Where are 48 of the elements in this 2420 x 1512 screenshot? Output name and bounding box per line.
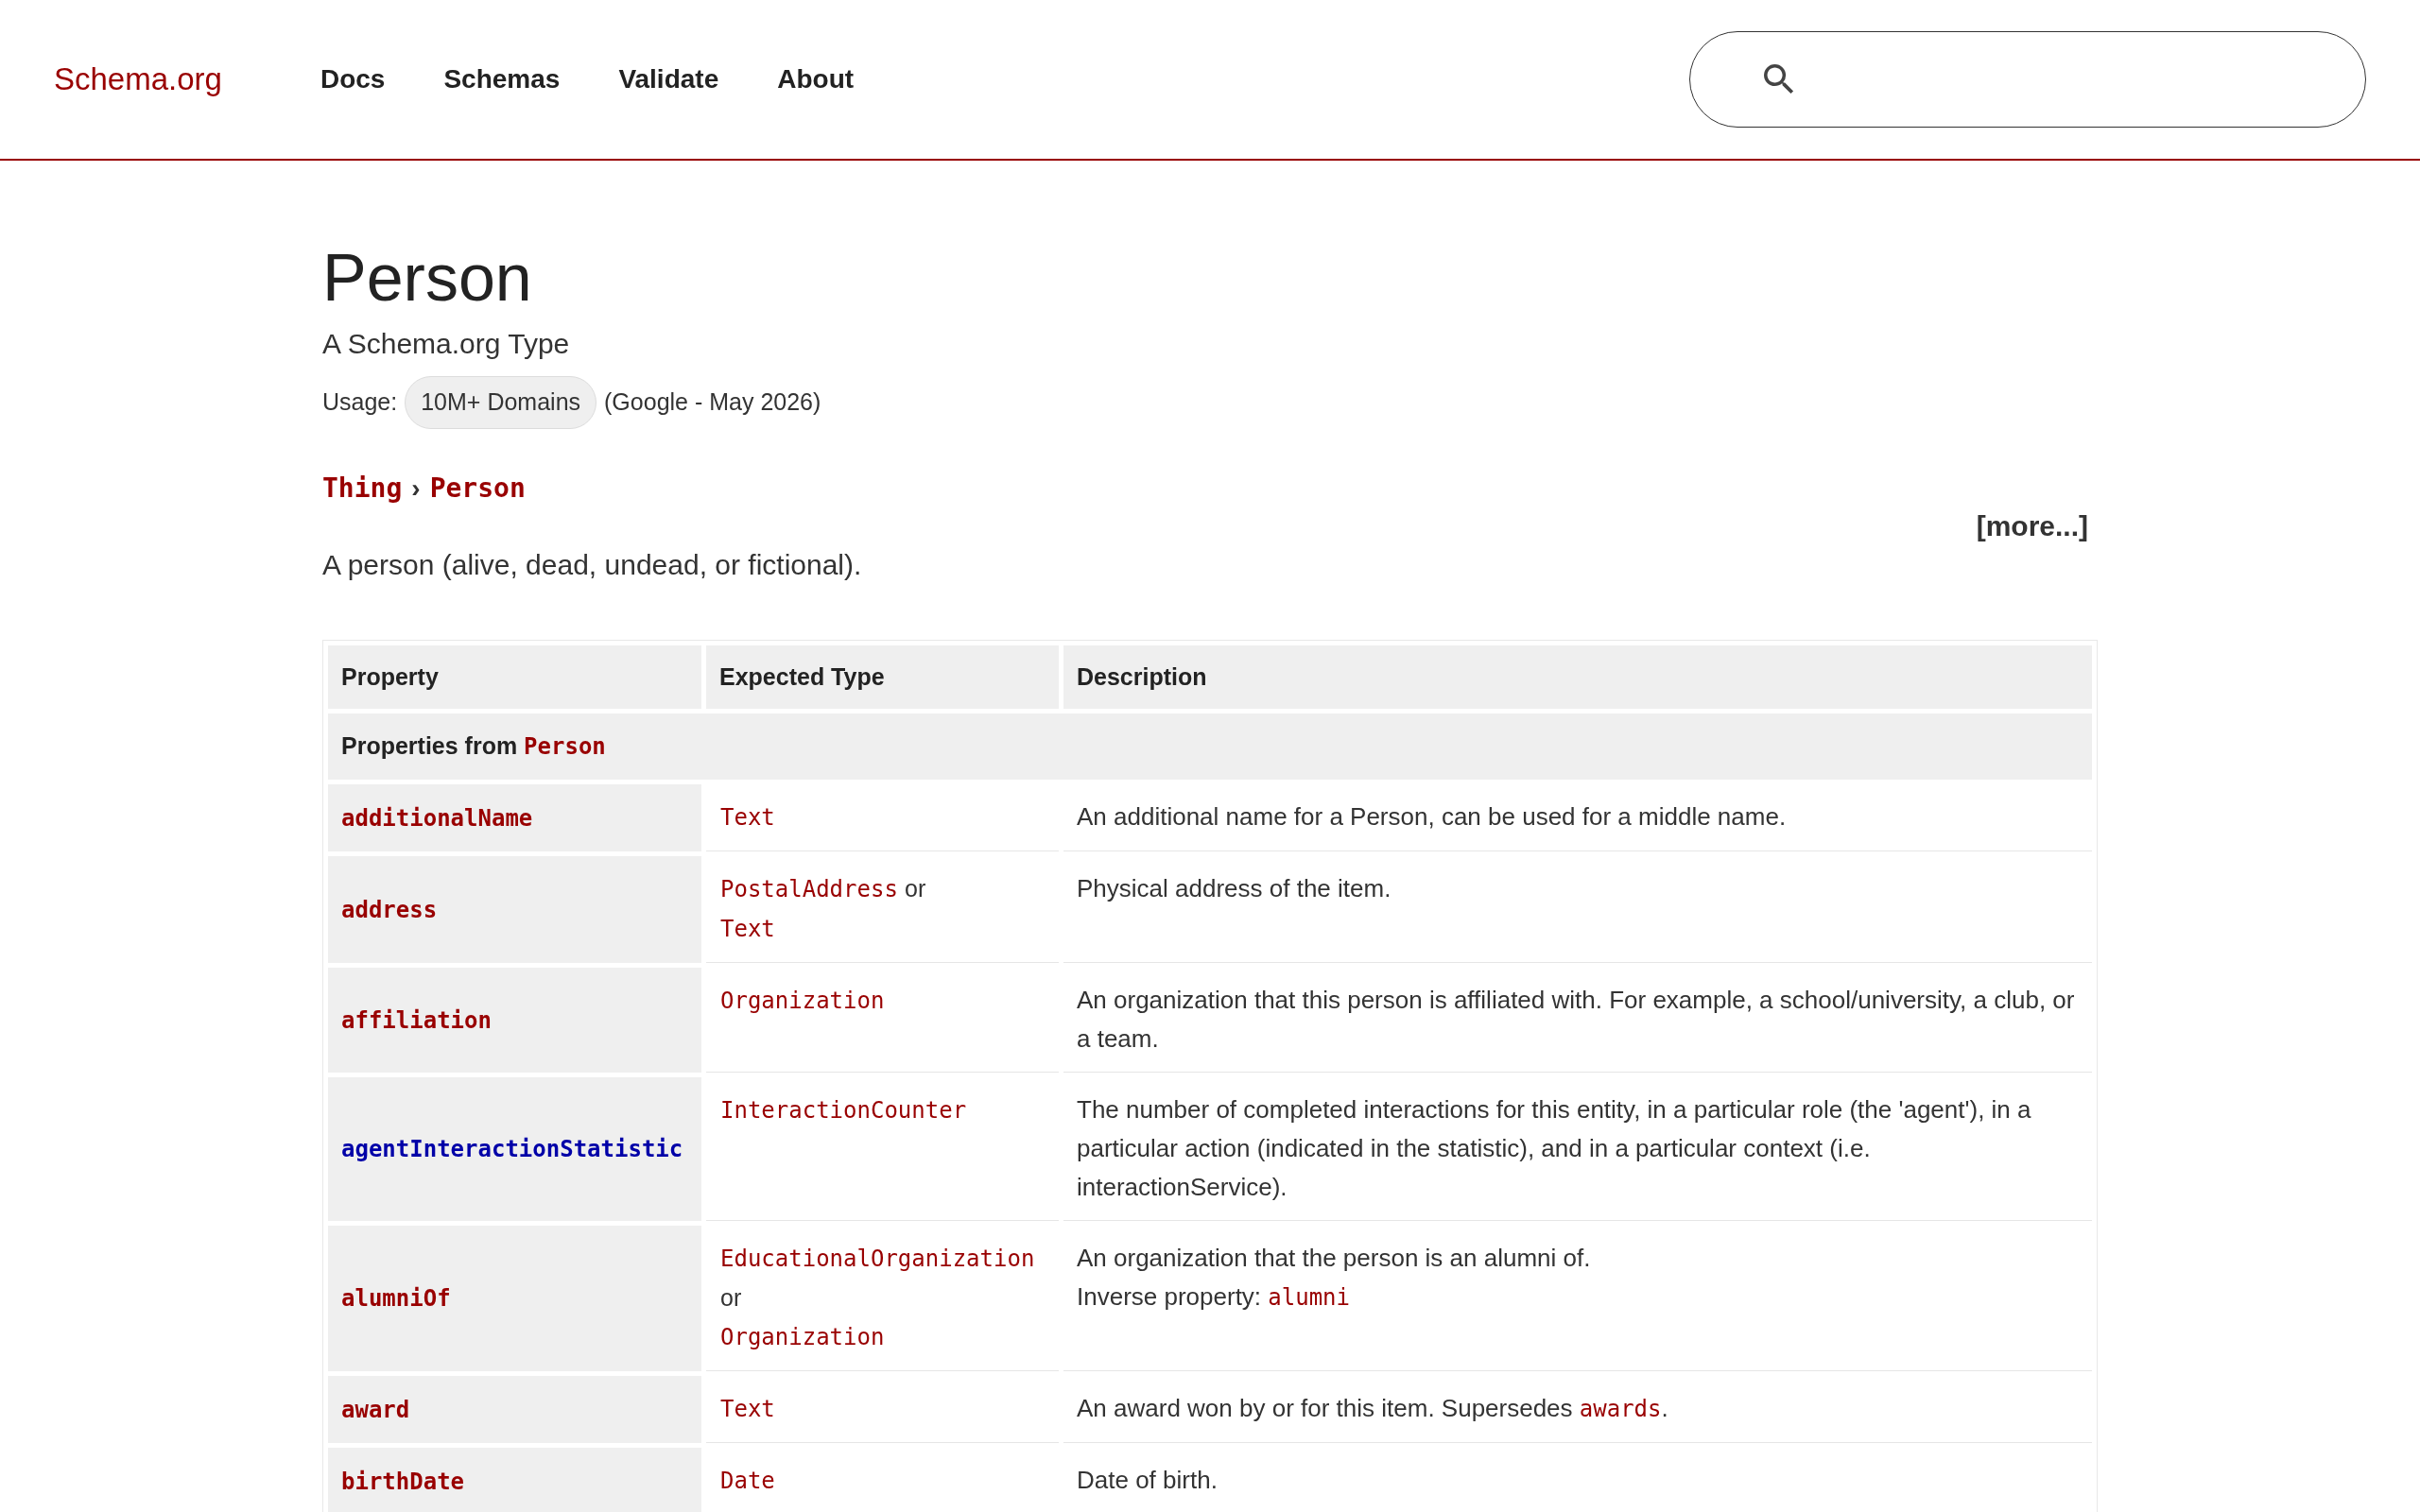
nav-link[interactable]: Docs	[320, 60, 386, 99]
description-text: Date of birth.	[1077, 1465, 1219, 1496]
nav-link[interactable]: Schemas	[443, 60, 561, 99]
type-description: A person (alive, dead, undead, or fictional).	[322, 548, 863, 582]
nav-link[interactable]: Validate	[618, 60, 719, 99]
type-link[interactable]: Text	[720, 1396, 775, 1422]
type-link[interactable]: Organization	[720, 988, 885, 1014]
site-logo[interactable]: Schema.org	[54, 56, 222, 103]
separator-text: or	[905, 875, 926, 902]
section-heading: Properties from Person	[341, 732, 606, 759]
column-header: Expected Type	[706, 645, 1059, 709]
breadcrumb-link[interactable]: Person	[429, 469, 526, 508]
type-link[interactable]: InteractionCounter	[720, 1097, 967, 1124]
property-link[interactable]: address	[341, 896, 438, 923]
description-text: An additional name for a Person, can be used for a middle name.	[1077, 801, 1788, 833]
property-link[interactable]: birthDate	[341, 1468, 465, 1495]
property-link[interactable]: award	[341, 1396, 410, 1423]
property-link[interactable]: alumniOf	[341, 1285, 451, 1312]
usage-source-text: (Google - May 2026)	[604, 387, 821, 418]
column-header: Property	[328, 645, 701, 709]
page-title: Person	[322, 240, 533, 317]
type-link[interactable]: Person	[524, 733, 606, 760]
breadcrumb-separator: ›	[411, 472, 421, 505]
usage-label: Usage:	[322, 387, 398, 418]
description-text: Inverse property: alumni	[1077, 1281, 1351, 1313]
description-text: An organization that this person is affiliated with. For example, a school/university, a club, or a team.	[1077, 985, 2076, 1055]
more-link[interactable]: [more...]	[1976, 507, 2088, 545]
description-text: An award won by or for this item. Supersedes awards.	[1077, 1393, 1669, 1424]
type-link[interactable]: Date	[720, 1468, 775, 1494]
property-link[interactable]: agentInteractionStatistic	[341, 1136, 683, 1162]
separator-text: or	[720, 1284, 742, 1311]
description-text: The number of completed interactions for this entity, in a particular role (the 'agent'), in a particular action (indicated in the statistic), and in a particular context (i.e. interactionService).	[1077, 1094, 2032, 1203]
usage-badge: 10M+ Domains	[405, 376, 597, 429]
property-link[interactable]: awards	[1579, 1396, 1662, 1422]
property-link[interactable]: alumni	[1268, 1284, 1350, 1311]
column-header: Description	[1063, 645, 2092, 709]
type-link[interactable]: Organization	[720, 1324, 885, 1350]
type-link[interactable]: PostalAddress	[720, 876, 898, 902]
search-icon	[1764, 64, 1794, 94]
type-link[interactable]: EducationalOrganization	[720, 1246, 1035, 1272]
description-text: Physical address of the item.	[1077, 873, 1392, 904]
description-text: An organization that the person is an alumni of.	[1077, 1243, 1592, 1274]
nav-link[interactable]: About	[777, 60, 855, 99]
property-link[interactable]: affiliation	[341, 1006, 492, 1034]
breadcrumb-link[interactable]: Thing	[322, 469, 403, 508]
type-link[interactable]: Text	[720, 804, 775, 831]
type-link[interactable]: Text	[720, 916, 775, 942]
page-subtitle: A Schema.org Type	[322, 327, 571, 361]
